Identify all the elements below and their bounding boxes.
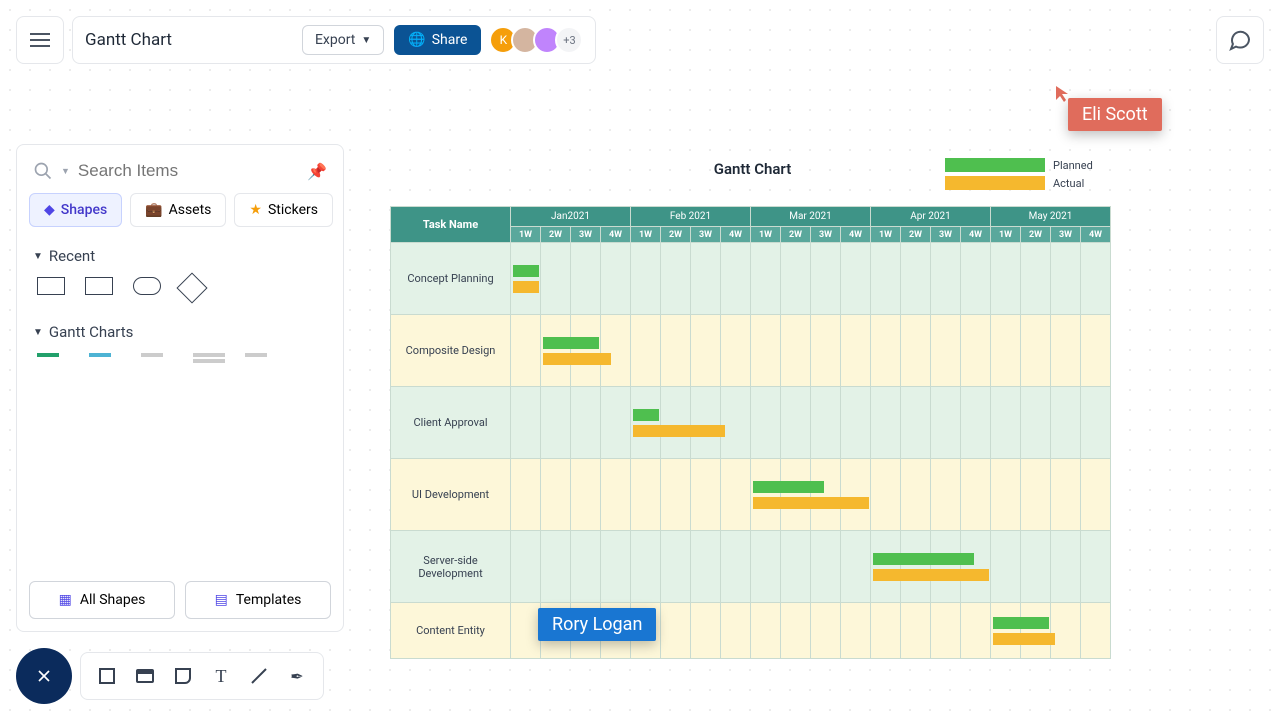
search-icon — [33, 161, 53, 181]
close-tools-button[interactable] — [16, 648, 72, 704]
chat-icon — [1228, 28, 1252, 52]
briefcase-icon: 💼 — [145, 202, 162, 218]
legend-swatch-actual — [945, 176, 1045, 190]
legend: Planned Actual — [945, 158, 1093, 194]
tab-shapes[interactable]: ◆Shapes — [29, 193, 122, 227]
search-input[interactable] — [78, 161, 299, 181]
share-button[interactable]: 🌐 Share — [394, 25, 481, 55]
star-icon: ★ — [249, 202, 262, 218]
chevron-down-icon: ▼ — [361, 35, 371, 46]
gantt-template-thumb[interactable] — [37, 353, 69, 365]
tool-note[interactable] — [173, 666, 193, 686]
tool-card[interactable] — [135, 666, 155, 686]
shape-rect[interactable] — [37, 277, 65, 295]
tab-stickers[interactable]: ★Stickers — [234, 193, 333, 227]
export-label: Export — [315, 32, 355, 48]
gantt-template-thumb[interactable] — [89, 353, 121, 365]
legend-label: Actual — [1053, 177, 1084, 190]
caret-down-icon: ▼ — [33, 327, 43, 338]
tool-text[interactable]: T — [211, 666, 231, 686]
collaborator-cursor-label: Rory Logan — [538, 608, 656, 641]
gantt-template-thumb[interactable] — [245, 353, 277, 365]
menu-button[interactable] — [16, 16, 64, 64]
diamond-icon: ◆ — [44, 202, 55, 218]
close-icon — [34, 666, 54, 686]
shapes-panel: ▼ 📌 ◆Shapes 💼Assets ★Stickers ▼Recent ▼G… — [16, 144, 344, 632]
export-button[interactable]: Export ▼ — [302, 25, 384, 55]
document-title[interactable]: Gantt Chart — [85, 30, 172, 50]
section-recent[interactable]: ▼Recent — [29, 235, 331, 273]
shape-rect[interactable] — [85, 277, 113, 295]
tool-line[interactable] — [249, 666, 269, 686]
gantt-template-thumb[interactable] — [141, 353, 173, 365]
hamburger-icon — [30, 29, 50, 51]
grid-icon: ▦ — [59, 592, 72, 608]
shape-diamond[interactable] — [176, 272, 207, 303]
caret-down-icon: ▼ — [33, 251, 43, 262]
template-icon: ▤ — [215, 592, 228, 608]
share-label: Share — [432, 32, 468, 48]
search-chevron-icon[interactable]: ▼ — [61, 166, 70, 177]
tool-strip: T ✒ — [80, 652, 324, 700]
legend-swatch-planned — [945, 158, 1045, 172]
gantt-template-thumb[interactable] — [193, 353, 225, 365]
legend-label: Planned — [1053, 159, 1093, 172]
avatar-overflow[interactable]: +3 — [555, 26, 583, 54]
shape-pill[interactable] — [133, 277, 161, 295]
templates-button[interactable]: ▤Templates — [185, 581, 331, 619]
tool-rect[interactable] — [97, 666, 117, 686]
tool-pen[interactable]: ✒ — [287, 666, 307, 686]
collaborator-avatars[interactable]: K +3 — [495, 26, 583, 54]
chat-button[interactable] — [1216, 16, 1264, 64]
pin-icon[interactable]: 📌 — [307, 162, 327, 181]
tab-assets[interactable]: 💼Assets — [130, 193, 226, 227]
title-card: Gantt Chart Export ▼ 🌐 Share K +3 — [72, 16, 596, 64]
collaborator-cursor-label: Eli Scott — [1068, 98, 1162, 131]
gantt-chart[interactable]: Gantt Chart Task NameJan2021Feb 2021Mar … — [390, 160, 1115, 659]
section-gantt[interactable]: ▼Gantt Charts — [29, 311, 331, 349]
all-shapes-button[interactable]: ▦All Shapes — [29, 581, 175, 619]
globe-icon: 🌐 — [408, 32, 425, 48]
